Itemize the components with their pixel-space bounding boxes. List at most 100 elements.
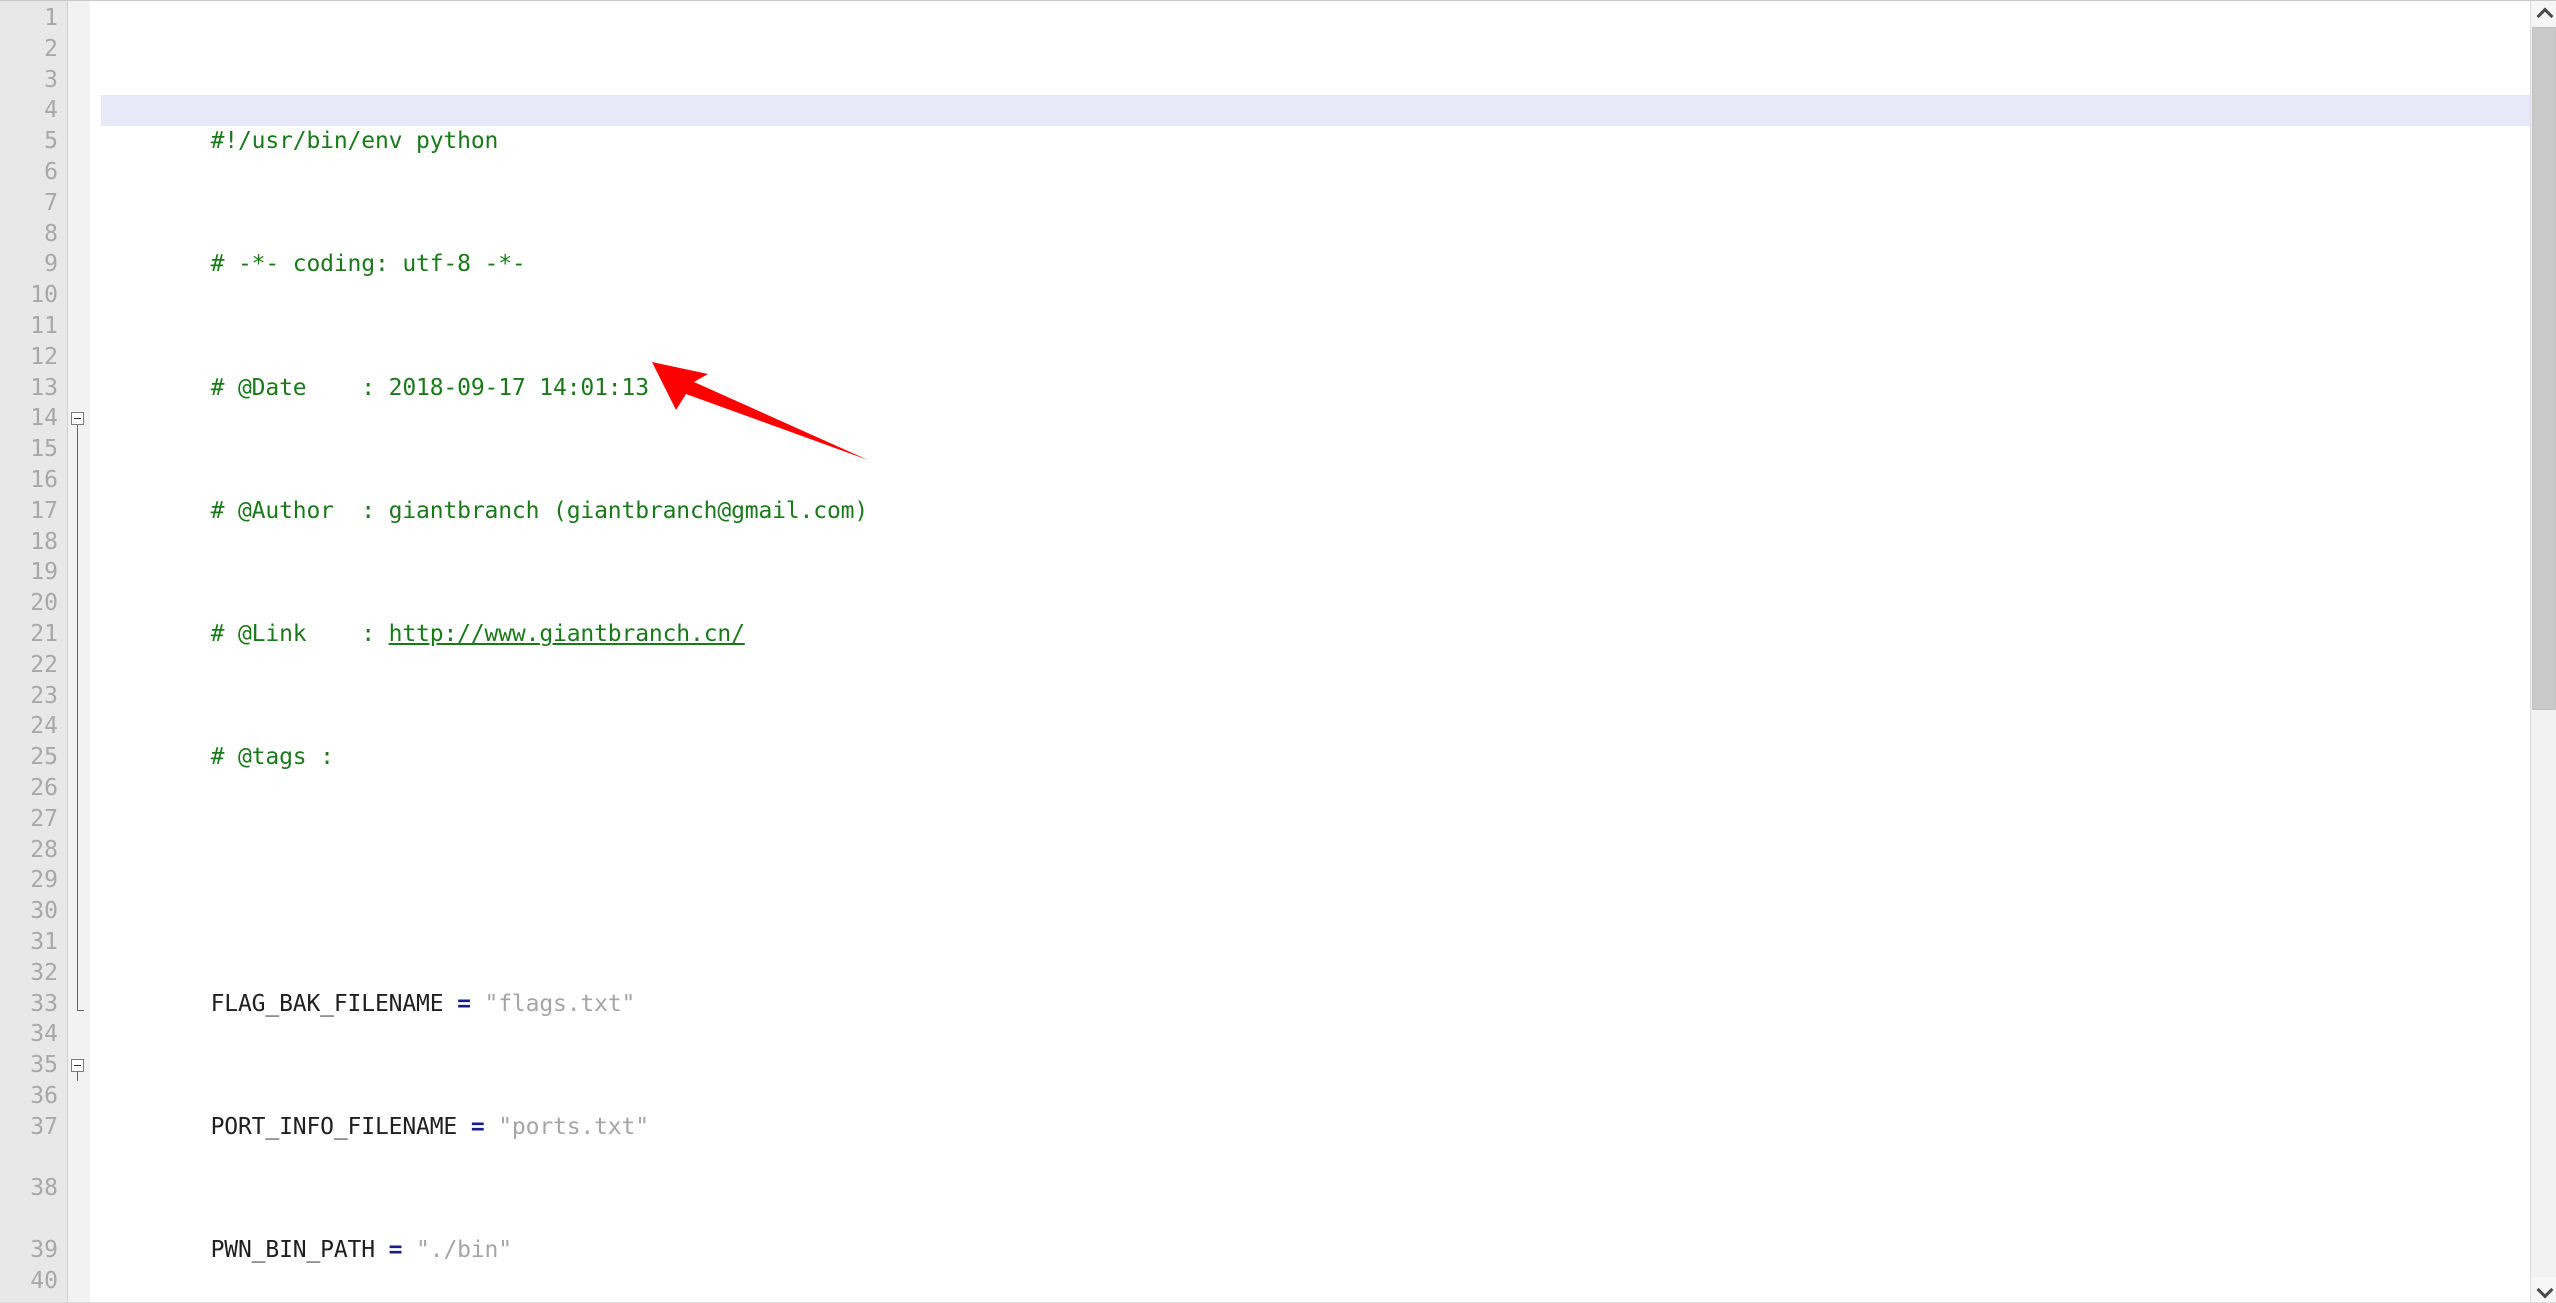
fold-guide-end xyxy=(77,988,84,1011)
code-line-9[interactable]: PORT_INFO_FILENAME = "ports.txt" xyxy=(101,1081,2530,1140)
fold-guide-line xyxy=(77,1072,78,1081)
fold-cell xyxy=(68,957,90,989)
operator-token: = xyxy=(457,990,471,1017)
fold-cell xyxy=(68,3,90,34)
fold-cell xyxy=(68,280,90,311)
fold-cell xyxy=(68,1081,90,1112)
fold-guide-line xyxy=(77,557,78,589)
scrollbar-down-button[interactable] xyxy=(2531,1277,2556,1303)
line-number: 40 xyxy=(30,1267,58,1294)
fold-cell xyxy=(68,403,90,435)
comment-token: # @Author : giantbranch (giantbranch@gma… xyxy=(210,497,869,524)
scrollbar-up-button[interactable] xyxy=(2531,0,2556,26)
line-number: 20 xyxy=(30,590,58,617)
vertical-scrollbar[interactable] xyxy=(2530,0,2556,1303)
line-number: 35 xyxy=(30,1052,58,1079)
fold-cell xyxy=(68,526,90,558)
window-top-border xyxy=(0,0,2556,1)
fold-guide-line xyxy=(77,711,78,743)
fold-guide-line xyxy=(77,803,78,835)
fold-cell xyxy=(68,988,90,1020)
fold-cell xyxy=(68,1050,90,1081)
line-number-gutter: 1 2 3 4 5 6 7 8 9 10 11 12 13 14 15 16 17 18 19 20 21 22 23 24 2… xyxy=(0,0,68,1303)
code-line-5[interactable]: # @Link : http://www.giantbranch.cn/ xyxy=(101,588,2530,647)
fold-guide-line xyxy=(77,425,78,435)
line-number: 30 xyxy=(30,898,58,925)
operator-token: = xyxy=(470,1113,485,1140)
fold-cell xyxy=(68,157,90,188)
string-token: "flags.txt" xyxy=(470,990,636,1017)
fold-guide-line xyxy=(77,680,78,712)
line-number: 28 xyxy=(30,836,58,863)
scrollbar-thumb[interactable] xyxy=(2532,27,2556,710)
fold-guide-line xyxy=(77,649,78,681)
fold-guide-line xyxy=(77,742,78,773)
fold-guide-line xyxy=(77,957,78,989)
code-line-7[interactable] xyxy=(101,835,2530,866)
fold-cell xyxy=(68,34,90,65)
url-link[interactable]: http://www.giantbranch.cn/ xyxy=(389,621,745,647)
line-number: 22 xyxy=(30,651,58,678)
fold-cell xyxy=(68,249,90,280)
fold-cell xyxy=(68,618,90,650)
line-number: 4 xyxy=(44,97,58,124)
fold-cell xyxy=(68,834,90,866)
line-number: 11 xyxy=(30,312,58,339)
line-number: 34 xyxy=(30,1021,58,1048)
line-number: 29 xyxy=(30,867,58,894)
comment-token: #!/usr/bin/env python xyxy=(210,128,499,155)
line-number: 3 xyxy=(44,66,58,93)
line-number: 31 xyxy=(30,928,58,955)
line-number: 6 xyxy=(44,158,58,185)
fold-cell xyxy=(68,926,90,958)
fold-cell xyxy=(68,95,90,126)
identifier-token: PORT_INFO_FILENAME xyxy=(210,1113,471,1140)
line-number: 5 xyxy=(44,128,58,155)
identifier-token: PWN_BIN_PATH xyxy=(210,1236,389,1263)
line-number: 1 xyxy=(44,5,58,31)
fold-guide-line xyxy=(77,926,78,958)
code-line-8[interactable]: FLAG_BAK_FILENAME = "flags.txt" xyxy=(101,958,2530,1017)
line-number: 39 xyxy=(30,1236,58,1263)
fold-guide-line xyxy=(77,834,78,866)
fold-collapse-icon[interactable] xyxy=(71,412,84,426)
fold-cell xyxy=(68,1019,90,1050)
fold-cell xyxy=(68,865,90,897)
fold-guide-line xyxy=(77,865,78,897)
code-line-4[interactable]: # @Author : giantbranch (giantbranch@gma… xyxy=(101,465,2530,524)
fold-guide-line xyxy=(77,896,78,927)
code-content-area[interactable]: #!/usr/bin/env python # -*- coding: utf-… xyxy=(90,0,2530,1303)
fold-cell xyxy=(68,495,90,527)
fold-guide-line xyxy=(77,588,78,619)
fold-guide-line xyxy=(77,464,78,496)
line-number: 38 xyxy=(30,1175,58,1202)
comment-token: # @Link : xyxy=(210,620,389,647)
fold-cell xyxy=(68,896,90,927)
code-line-6[interactable]: # @tags : xyxy=(101,711,2530,770)
code-line-2[interactable]: # -*- coding: utf-8 -*- xyxy=(101,219,2530,277)
line-number: 8 xyxy=(44,220,58,247)
fold-cell xyxy=(68,803,90,835)
string-token: "ports.txt" xyxy=(484,1113,649,1140)
fold-cell xyxy=(68,1266,90,1297)
fold-cell xyxy=(68,649,90,681)
line-number: 2 xyxy=(44,35,58,62)
line-number: 14 xyxy=(30,405,58,432)
line-number: 32 xyxy=(30,959,58,986)
comment-token: # @tags : xyxy=(210,744,334,771)
code-line-1[interactable]: #!/usr/bin/env python xyxy=(101,95,2530,154)
fold-collapse-icon[interactable] xyxy=(71,1059,84,1073)
line-number: 33 xyxy=(30,990,58,1017)
code-line-3[interactable]: # @Date : 2018-09-17 14:01:13 xyxy=(101,342,2530,401)
line-number: 13 xyxy=(30,374,58,401)
code-line-10[interactable]: PWN_BIN_PATH = "./bin" xyxy=(101,1204,2530,1263)
line-number: 16 xyxy=(30,466,58,493)
fold-cell xyxy=(68,434,90,465)
fold-guide-line xyxy=(77,618,78,650)
code-folding-gutter[interactable] xyxy=(68,0,90,1303)
comment-token: # @Date : 2018-09-17 14:01:13 xyxy=(210,374,649,401)
line-number: 12 xyxy=(30,343,58,370)
fold-guide-line xyxy=(77,434,78,465)
code-editor-window: 1 2 3 4 5 6 7 8 9 10 11 12 13 14 15 16 17 18 19 20 21 22 23 24 2… xyxy=(0,0,2556,1303)
line-number: 9 xyxy=(44,251,58,278)
